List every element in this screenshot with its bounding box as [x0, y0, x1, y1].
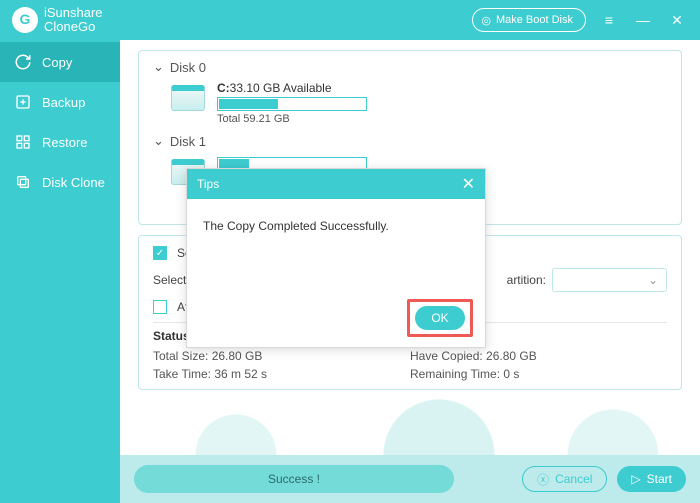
copy-icon: [14, 173, 32, 191]
sidebar-item-label: Copy: [42, 55, 72, 70]
disk-0-header[interactable]: ⌄ Disk 0: [153, 59, 667, 75]
sidebar-item-backup[interactable]: Backup: [0, 82, 120, 122]
start-button[interactable]: ▷ Start: [617, 466, 686, 492]
sidebar-item-label: Restore: [42, 135, 88, 150]
disc-icon: ◎: [481, 14, 491, 27]
footer-bar: Success ! ⓧ Cancel ▷ Start: [120, 455, 700, 503]
chevron-down-icon: ⌄: [153, 59, 164, 75]
highlight-box: OK: [407, 299, 473, 337]
refresh-icon: [14, 53, 32, 71]
make-boot-disk-button[interactable]: ◎ Make Boot Disk: [472, 8, 586, 32]
plus-box-icon: [14, 93, 32, 111]
ok-button[interactable]: OK: [415, 306, 465, 330]
play-icon: ▷: [631, 472, 640, 486]
app-logo: G iSunshare CloneGo: [12, 6, 103, 35]
sidebar-item-restore[interactable]: Restore: [0, 122, 120, 162]
partition-select[interactable]: ⌄: [552, 268, 667, 292]
tips-dialog: Tips ✕ The Copy Completed Successfully. …: [186, 168, 486, 348]
after-checkbox[interactable]: [153, 300, 167, 314]
minimize-button[interactable]: —: [632, 9, 654, 31]
close-button[interactable]: ✕: [666, 9, 688, 31]
sidebar-item-label: Disk Clone: [42, 175, 105, 190]
chevron-down-icon: ⌄: [153, 133, 164, 149]
progress-success: Success !: [134, 465, 454, 493]
sidebar: Copy Backup Restore Disk Clone: [0, 40, 120, 503]
sidebar-item-disk-clone[interactable]: Disk Clone: [0, 162, 120, 202]
dialog-message: The Copy Completed Successfully.: [187, 199, 485, 243]
cancel-icon: ⓧ: [537, 471, 549, 488]
usage-bar: [217, 97, 367, 111]
disk-icon: [171, 85, 205, 111]
partition-row[interactable]: C:33.10 GB Available Total 59.21 GB: [171, 81, 667, 125]
logo-line2: CloneGo: [44, 20, 103, 34]
sidebar-item-copy[interactable]: Copy: [0, 42, 120, 82]
logo-line1: iSunshare: [44, 6, 103, 20]
close-icon[interactable]: ✕: [462, 174, 475, 194]
cancel-button[interactable]: ⓧ Cancel: [522, 466, 607, 492]
disk-1-header[interactable]: ⌄ Disk 1: [153, 133, 667, 149]
sidebar-item-label: Backup: [42, 95, 85, 110]
grid-icon: [14, 133, 32, 151]
dialog-header: Tips ✕: [187, 169, 485, 199]
menu-icon[interactable]: ≡: [598, 9, 620, 31]
titlebar: G iSunshare CloneGo ◎ Make Boot Disk ≡ —…: [0, 0, 700, 40]
logo-icon: G: [12, 7, 38, 33]
set-checkbox[interactable]: ✓: [153, 246, 167, 260]
